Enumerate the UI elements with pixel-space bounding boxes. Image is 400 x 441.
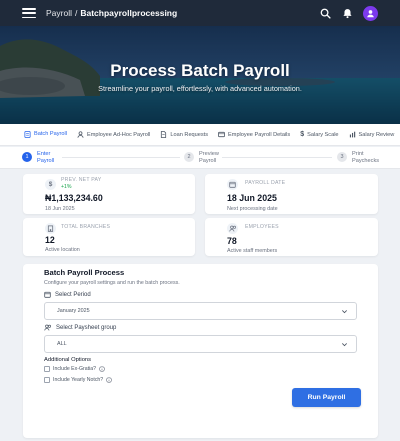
step-enter-payroll[interactable]: 1 Enter Payroll [22,151,63,165]
stat-delta: +1% [61,184,72,190]
form-title: Batch Payroll Process [44,268,125,277]
stat-value: 18 Jun 2025 [227,193,277,203]
chart-icon [349,131,355,138]
paysheet-value: ALL [57,341,67,347]
ex-gratia-label: Include Ex-Gratia? [53,366,96,372]
dollar-icon: $ [45,179,56,190]
step-print-paychecks[interactable]: 3 Print Paychecks [337,151,380,165]
period-field-label: Select Period [44,291,91,298]
stat-card-payroll-date: PAYROLL DATE 18 Jun 2025 Next processing… [205,174,378,214]
document-icon [24,130,31,138]
hero-title: Process Batch Payroll [110,61,290,80]
stat-card-branches: TOTAL BRANCHES 12 Active location [23,218,195,256]
top-actions [319,0,378,26]
yearly-notch-label: Include Yearly Notch? [53,377,104,383]
dollar-icon: $ [300,131,305,138]
chevron-down-icon [342,343,347,347]
tab-label: Salary Scale [307,131,339,138]
stat-sub: Active location [45,247,80,253]
id-card-icon [218,131,225,138]
step-preview-payroll[interactable]: 2 Preview Payroll [184,151,225,165]
stat-card-employees: EMPLOYEES 78 Active staff members [205,218,378,256]
run-payroll-button[interactable]: Run Payroll [292,388,361,407]
stat-label: EMPLOYEES [245,224,279,230]
user-avatar-icon[interactable] [363,5,378,21]
tab-employee-ad-hoc-payroll[interactable]: Employee Ad-Hoc Payroll [77,124,151,145]
step-number: 2 [184,152,194,162]
stat-value: 78 [227,236,237,246]
paysheet-label: Select Paysheet group [56,324,117,331]
paysheet-field-label: Select Paysheet group [44,324,116,331]
hero-banner: Process Batch Payroll Streamline your pa… [0,26,400,124]
stat-label: PREV. NET PAY [61,177,102,183]
users-icon [227,223,238,234]
stat-sub: Active staff members [227,248,278,254]
tab-label: Employee Payroll Details [228,131,291,138]
hero-subtitle: Streamline your payroll, effortlessly, w… [98,84,302,93]
breadcrumb: Payroll / Batchpayrollprocessing [46,8,177,18]
step-label: Enter Payroll [37,151,55,164]
info-icon[interactable] [106,377,112,383]
period-select[interactable]: January 2025 [44,302,357,320]
period-value: January 2025 [57,308,90,314]
tab-salary-review[interactable]: Salary Review [349,124,395,145]
users-icon [44,324,51,331]
chevron-down-icon [342,310,347,314]
stat-sub: 18 Jun 2025 [45,206,75,212]
stat-label: TOTAL BRANCHES [61,224,111,230]
info-icon[interactable] [99,366,105,372]
stepper: 1 Enter Payroll 2 Preview Payroll 3 Prin… [0,147,400,169]
tab-label: Salary Review [358,131,395,138]
additional-options-title: Additional Options [44,357,92,363]
tab-batch-payroll[interactable]: Batch Payroll [24,124,67,145]
form-description: Configure your payroll settings and run … [44,280,180,286]
menu-icon[interactable] [22,8,36,18]
tab-label: Loan Requests [170,131,209,138]
stat-card-net-pay: $ PREV. NET PAY +1% ₦1,133,234.60 18 Jun… [23,174,195,214]
building-icon [45,223,56,234]
tab-salary-scale[interactable]: $ Salary Scale [300,124,339,145]
tab-employee-payroll-details[interactable]: Employee Payroll Details [218,124,291,145]
period-label: Select Period [55,291,91,298]
step-connector [62,157,180,158]
breadcrumb-current: Batchpayrollprocessing [80,8,178,18]
user-icon [77,131,84,138]
step-number: 3 [337,152,347,162]
yearly-notch-checkbox[interactable] [44,377,50,383]
step-label: Print Paychecks [352,151,380,164]
breadcrumb-separator: / [74,8,78,18]
paysheet-select[interactable]: ALL [44,335,357,353]
calendar-icon [44,291,51,298]
step-number: 1 [22,152,32,162]
option-ex-gratia: Include Ex-Gratia? [44,366,105,372]
stat-value: ₦1,133,234.60 [45,193,103,203]
stat-sub: Next processing date [227,206,278,212]
tab-loan-requests[interactable]: Loan Requests [160,124,209,145]
top-bar: Payroll / Batchpayrollprocessing [0,0,400,26]
stat-value: 12 [45,235,55,245]
search-icon[interactable] [319,7,331,19]
tab-label: Employee Ad-Hoc Payroll [86,131,151,138]
breadcrumb-payroll[interactable]: Payroll [46,8,72,18]
step-connector [222,157,332,158]
option-yearly-notch: Include Yearly Notch? [44,377,112,383]
calendar-icon [227,179,238,190]
bell-icon[interactable] [341,7,353,19]
stat-label: PAYROLL DATE [245,180,286,186]
ex-gratia-checkbox[interactable] [44,366,50,372]
tab-bar: Batch Payroll Employee Ad-Hoc Payroll Lo… [0,124,400,146]
batch-payroll-form: Batch Payroll Process Configure your pay… [23,264,378,438]
tab-label: Batch Payroll [34,131,67,137]
file-icon [161,131,167,138]
